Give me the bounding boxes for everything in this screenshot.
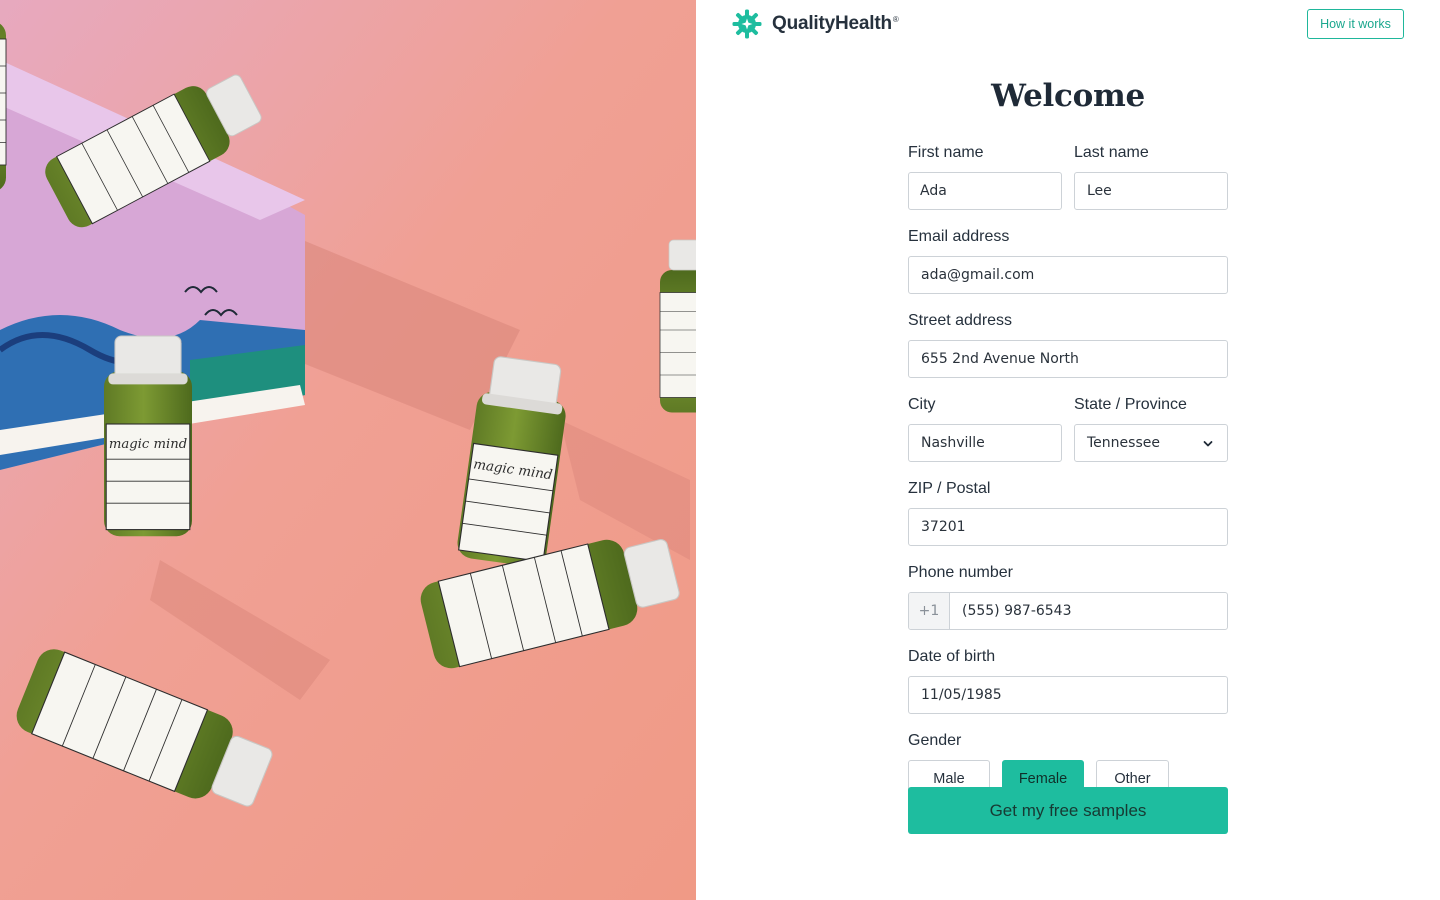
state-select-value: Tennessee [1087, 435, 1160, 451]
gender-label: Gender [908, 732, 962, 749]
dob-input[interactable]: 11/05/1985 [908, 676, 1228, 714]
signup-form: First name Ada Last name Lee Email addre… [908, 142, 1228, 814]
email-label: Email address [908, 228, 1010, 245]
last-name-label: Last name [1074, 144, 1149, 161]
hero-image: magic mind [0, 0, 696, 900]
phone-country-code: +1 [909, 593, 950, 629]
phone-label: Phone number [908, 564, 1013, 581]
state-select[interactable]: Tennessee [1074, 424, 1228, 462]
page-title: Welcome [991, 78, 1145, 114]
zip-label: ZIP / Postal [908, 480, 991, 497]
get-free-samples-button[interactable]: Get my free samples [908, 787, 1228, 834]
how-it-works-button[interactable]: How it works [1307, 9, 1404, 39]
dob-label: Date of birth [908, 648, 996, 665]
city-label: City [908, 396, 936, 413]
phone-input[interactable]: (555) 987-6543 [950, 593, 1227, 629]
state-label: State / Province [1074, 396, 1187, 413]
city-input[interactable]: Nashville [908, 424, 1062, 462]
email-input[interactable]: ada@gmail.com [908, 256, 1228, 294]
hero-illustration: magic mind [0, 0, 696, 900]
zip-input[interactable]: 37201 [908, 508, 1228, 546]
first-name-input[interactable]: Ada [908, 172, 1062, 210]
phone-field: +1 (555) 987-6543 [908, 592, 1228, 630]
chevron-down-icon [1203, 441, 1213, 447]
first-name-label: First name [908, 144, 984, 161]
logo-star-icon [732, 9, 762, 39]
street-address-label: Street address [908, 312, 1013, 329]
brand-logo[interactable]: QualityHealth® [732, 9, 899, 39]
brand-name: QualityHealth® [772, 13, 899, 34]
last-name-input[interactable]: Lee [1074, 172, 1228, 210]
street-address-input[interactable]: 655 2nd Avenue North [908, 340, 1228, 378]
